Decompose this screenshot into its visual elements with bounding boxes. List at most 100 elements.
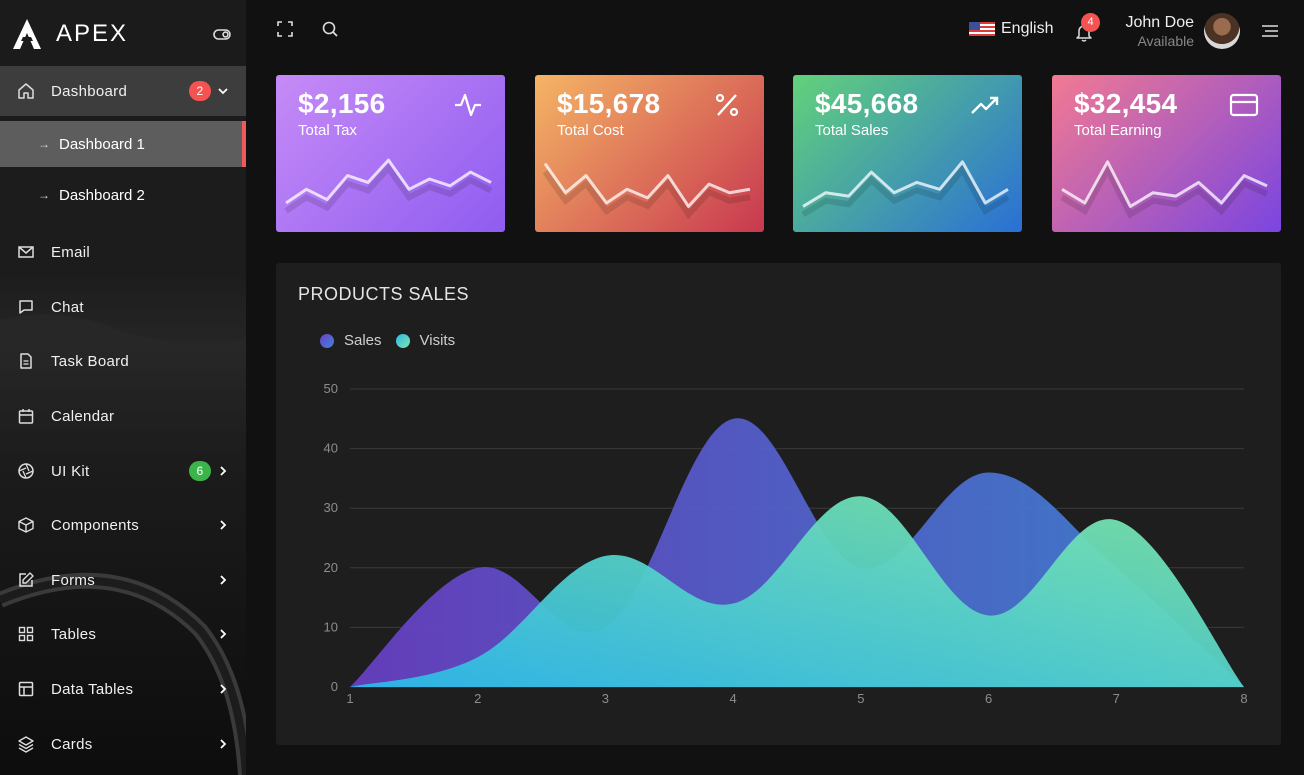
us-flag-icon: [969, 22, 995, 36]
edit-icon: [17, 571, 35, 589]
language-label: English: [1001, 20, 1054, 37]
sidebar-item-chat[interactable]: Chat: [0, 282, 246, 332]
sidebar-subitem-label: Dashboard 2: [59, 186, 145, 204]
stat-card-total-earning[interactable]: $32,454 Total Earning: [1052, 75, 1281, 232]
sidebar-item-label: Tables: [51, 625, 97, 643]
y-tick-label: 30: [324, 500, 338, 515]
chevron-down-icon: [218, 88, 228, 95]
stat-label: Total Cost: [557, 122, 624, 139]
user-status: Available: [1137, 33, 1194, 49]
stat-card-total-tax[interactable]: $2,156 Total Tax: [276, 75, 505, 232]
sidebar-item-data-tables[interactable]: Data Tables: [0, 664, 246, 714]
sidebar-item-cards[interactable]: Cards: [0, 719, 246, 769]
aperture-icon: [17, 462, 35, 480]
x-tick-label: 5: [857, 691, 864, 706]
sidebar-subitem-dashboard-1[interactable]: → Dashboard 1: [0, 121, 246, 167]
arrow-right-icon: →: [38, 137, 50, 151]
stat-amount: $45,668: [815, 88, 919, 119]
sparkline-shadow: [1060, 163, 1269, 219]
sidebar-item-label: Calendar: [51, 407, 115, 425]
chat-icon: [17, 298, 35, 316]
x-tick-label: 1: [346, 691, 353, 706]
y-tick-label: 10: [324, 619, 338, 634]
layout-icon: [17, 680, 35, 698]
chart-title: PRODUCTS SALES: [298, 284, 470, 304]
x-tick-label: 7: [1113, 691, 1120, 706]
sparkline-shadow: [284, 163, 493, 214]
activity-icon: [455, 93, 481, 117]
sidebar-item-dashboard[interactable]: Dashboard 2: [0, 66, 246, 116]
sidebar-item-label: Data Tables: [51, 680, 134, 698]
ui-kit-badge: 6: [189, 461, 211, 481]
home-icon: [17, 82, 35, 100]
sidebar-item-label: Dashboard: [51, 82, 128, 100]
box-icon: [17, 516, 35, 534]
legend-dot: [395, 333, 410, 348]
chevron-right-icon: [220, 684, 227, 694]
stat-label: Total Sales: [815, 122, 889, 139]
fullscreen-icon[interactable]: [276, 20, 294, 38]
sidebar-item-task-board[interactable]: Task Board: [0, 336, 246, 386]
chevron-right-icon: [220, 739, 227, 749]
sparkline: [1060, 160, 1269, 219]
apex-logo-icon: [13, 19, 41, 49]
brand[interactable]: APEX: [12, 14, 128, 54]
sidebar-item-email[interactable]: Email: [0, 227, 246, 277]
sparkline: [284, 158, 493, 214]
sidebar-item-label: Task Board: [51, 352, 130, 370]
legend-item-sales[interactable]: Sales: [320, 332, 382, 349]
stat-card-total-cost[interactable]: $15,678 Total Cost: [535, 75, 764, 232]
sparkline: [801, 160, 1010, 217]
arrow-right-icon: →: [38, 188, 50, 202]
sidebar-item-components[interactable]: Components: [0, 500, 246, 550]
chevron-right-icon: [220, 520, 227, 530]
sparkline-shadow: [801, 164, 1010, 217]
sidebar-item-forms[interactable]: Forms: [0, 555, 246, 605]
avatar[interactable]: [1204, 13, 1240, 49]
topbar: English 4 John Doe Available: [246, 0, 1304, 62]
user-name: John Doe: [1125, 14, 1195, 31]
sidebar-subitem-dashboard-2[interactable]: → Dashboard 2: [0, 172, 246, 218]
file-icon: [17, 352, 35, 370]
sidebar-item-label: UI Kit: [51, 462, 90, 480]
sparkline: [542, 162, 751, 220]
grid-icon: [17, 625, 35, 643]
sidebar-item-calendar[interactable]: Calendar: [0, 391, 246, 441]
sidebar-toggle-icon[interactable]: [212, 26, 232, 42]
sidebar-item-label: Email: [51, 243, 91, 261]
trending-up-icon: [971, 96, 999, 114]
stat-amount: $15,678: [557, 88, 661, 119]
chevron-right-icon: [220, 629, 227, 639]
mail-icon: [17, 243, 35, 261]
sidebar-item-label: Forms: [51, 571, 95, 589]
search-icon[interactable]: [321, 20, 339, 38]
sidebar-item-label: Cards: [51, 735, 93, 753]
sidebar: APEX Dashboard 2 → Dashboard 1 → Dashboa…: [0, 0, 246, 775]
stat-label: Total Tax: [298, 122, 357, 139]
stat-label: Total Earning: [1074, 122, 1162, 139]
sidebar-item-label: Chat: [51, 298, 84, 316]
y-tick-label: 0: [331, 679, 338, 694]
layers-icon: [17, 735, 35, 753]
x-tick-label: 8: [1240, 691, 1247, 706]
legend-item-visits[interactable]: Visits: [395, 332, 456, 349]
sidebar-item-ui-kit[interactable]: UI Kit 6: [0, 446, 246, 496]
menu-icon[interactable]: [1261, 24, 1279, 38]
calendar-icon: [17, 407, 35, 425]
dashboard-badge: 2: [189, 81, 211, 101]
stat-amount: $32,454: [1074, 88, 1178, 119]
stat-card-total-sales[interactable]: $45,668 Total Sales: [793, 75, 1022, 232]
y-tick-label: 50: [324, 381, 338, 396]
sidebar-subitem-label: Dashboard 1: [59, 135, 145, 153]
language-selector[interactable]: English: [969, 20, 1053, 38]
legend-label: Visits: [419, 332, 456, 349]
x-tick-label: 6: [985, 691, 992, 706]
stat-amount: $2,156: [298, 88, 386, 119]
sidebar-item-tables[interactable]: Tables: [0, 609, 246, 659]
products-sales-panel: 0 10 20 30 40 50 1 2 3 4 5 6 7 8 PRODUCTS SALES Sales…: [276, 263, 1281, 745]
sparkline-line: [543, 162, 751, 208]
sidebar-item-label: Components: [51, 516, 140, 534]
y-tick-label: 40: [324, 441, 338, 456]
user-info[interactable]: John Doe Available: [1106, 14, 1195, 49]
x-tick-label: 3: [602, 691, 609, 706]
